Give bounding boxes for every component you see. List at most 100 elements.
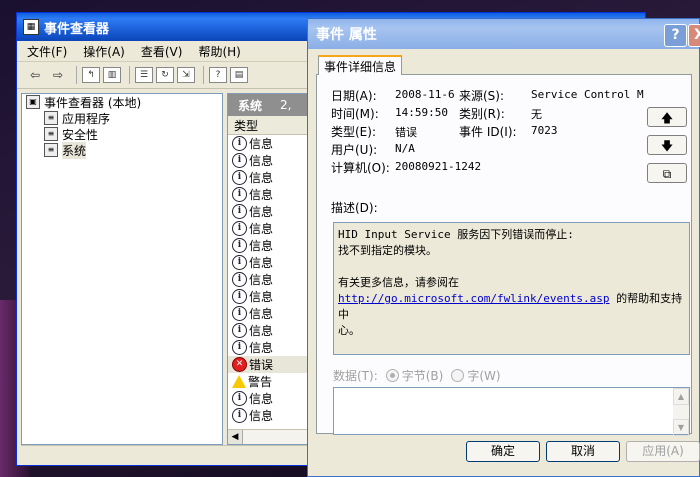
tree-item-label: 系统: [62, 141, 87, 159]
help-icon[interactable]: ?: [209, 67, 227, 83]
copy-icon: ⧉: [662, 167, 672, 181]
type-value: 错误: [395, 126, 417, 139]
forward-arrow-icon[interactable]: ⇨: [48, 66, 68, 84]
scroll-up-icon[interactable]: ▲: [673, 388, 689, 405]
event-row[interactable]: i 信息: [228, 339, 318, 356]
event-row[interactable]: i 信息: [228, 186, 318, 203]
time-label: 时间(M):: [331, 107, 379, 121]
event-id-label: 事件 ID(I):: [459, 125, 517, 139]
info-icon: i: [232, 255, 247, 270]
tree-item-security[interactable]: ≡ 安全性: [22, 126, 222, 142]
event-rows: i 信息 i 信息 i 信息 i 信息 i 信息 i 信息 i 信息 i 信息 i 信息 i 信息 i 信息 i 信息 i 信息 ✕…: [228, 135, 318, 424]
scroll-left-icon[interactable]: ◀: [228, 430, 243, 444]
tree-item-application[interactable]: ≡ 应用程序: [22, 110, 222, 126]
event-type: 信息: [249, 137, 274, 151]
cancel-button[interactable]: 取消: [546, 441, 620, 462]
help-button[interactable]: ?: [664, 24, 687, 47]
event-id-value: 7023: [531, 124, 558, 137]
toolbar-divider: [129, 66, 130, 84]
show-tree-icon[interactable]: ▥: [103, 67, 121, 83]
description-line: http://go.microsoft.com/fwlink/events.as…: [338, 291, 685, 323]
previous-event-button[interactable]: 🡅: [647, 107, 687, 127]
menu-help[interactable]: 帮助(H): [198, 43, 240, 60]
source-label: 来源(S):: [459, 89, 505, 103]
horizontal-scrollbar[interactable]: ◀: [228, 429, 316, 444]
properties-icon[interactable]: ☰: [135, 67, 153, 83]
arrow-down-icon: 🡇: [660, 139, 674, 153]
date-label: 日期(A):: [331, 89, 377, 103]
bytes-label: 字节(B): [401, 369, 444, 383]
log-icon: ≡: [44, 143, 58, 157]
computer-value: 20080921-1242: [395, 160, 482, 173]
description-box[interactable]: HID Input Service 服务因下列错误而停止: 找不到指定的模块。 …: [333, 222, 690, 355]
event-row[interactable]: i 信息: [228, 135, 318, 152]
event-row[interactable]: i 信息: [228, 407, 318, 424]
ok-button[interactable]: 确定: [466, 441, 540, 462]
up-folder-icon[interactable]: ↰: [82, 67, 100, 83]
description-label: 描述(D):: [331, 201, 378, 215]
event-row[interactable]: i 信息: [228, 152, 318, 169]
data-box[interactable]: ▲ ▼: [333, 387, 690, 436]
scroll-track: [673, 405, 689, 419]
words-radio[interactable]: [451, 369, 465, 382]
description-line: 心。: [338, 324, 360, 337]
tree-item-system[interactable]: ≡ 系统: [22, 141, 222, 159]
apply-button[interactable]: 应用(A): [626, 441, 700, 462]
list-header-count: 2,: [280, 98, 292, 112]
event-type: 错误: [249, 358, 274, 372]
console-icon[interactable]: ▤: [230, 67, 248, 83]
date-value: 2008-11-6: [395, 88, 455, 101]
event-row[interactable]: 警告: [228, 373, 318, 390]
event-row[interactable]: i 信息: [228, 220, 318, 237]
event-type: 信息: [249, 256, 274, 270]
event-viewer-app-icon: ▦: [23, 19, 39, 35]
info-icon: i: [232, 153, 247, 168]
menu-view[interactable]: 查看(V): [141, 43, 183, 60]
column-header-type[interactable]: 类型: [228, 116, 318, 135]
info-icon: i: [232, 238, 247, 253]
tab-event-details[interactable]: 事件详细信息: [318, 55, 402, 75]
tree-item-root[interactable]: ▣ 事件查看器 (本地): [22, 94, 222, 110]
event-row[interactable]: ✕ 错误: [228, 356, 318, 373]
error-icon: ✕: [232, 357, 247, 372]
event-row[interactable]: i 信息: [228, 254, 318, 271]
menu-action[interactable]: 操作(A): [83, 43, 125, 60]
menu-file[interactable]: 文件(F): [27, 43, 67, 60]
export-list-icon[interactable]: ⇲: [177, 67, 195, 83]
vertical-scrollbar[interactable]: ▲ ▼: [673, 388, 689, 436]
scroll-down-icon[interactable]: ▼: [673, 419, 689, 436]
description-line: 找不到指定的模块。: [338, 244, 437, 257]
event-row[interactable]: i 信息: [228, 390, 318, 407]
dialog-titlebar[interactable]: 事件 属性 ? X: [308, 19, 700, 49]
list-header-title: 系统: [238, 98, 263, 113]
event-row[interactable]: i 信息: [228, 288, 318, 305]
tree-item-label: 安全性: [62, 127, 99, 142]
event-row[interactable]: i 信息: [228, 271, 318, 288]
back-arrow-icon[interactable]: ⇦: [25, 66, 45, 84]
help-link[interactable]: http://go.microsoft.com/fwlink/events.as…: [338, 292, 610, 305]
event-type: 信息: [249, 341, 274, 355]
refresh-icon[interactable]: ↻: [156, 67, 174, 83]
bytes-radio[interactable]: [385, 369, 399, 382]
event-row[interactable]: i 信息: [228, 322, 318, 339]
info-icon: i: [232, 187, 247, 202]
event-row[interactable]: i 信息: [228, 237, 318, 254]
close-button[interactable]: X: [688, 24, 700, 47]
event-type: 信息: [249, 307, 274, 321]
next-event-button[interactable]: 🡇: [647, 135, 687, 155]
computer-label: 计算机(O):: [331, 161, 390, 175]
source-value: Service Control M: [531, 88, 644, 101]
event-row[interactable]: i 信息: [228, 203, 318, 220]
event-row[interactable]: i 信息: [228, 305, 318, 322]
description-line: 有关更多信息，请参阅在: [338, 276, 459, 289]
category-label: 类别(R):: [459, 107, 505, 121]
user-value: N/A: [395, 142, 415, 155]
copy-event-button[interactable]: ⧉: [647, 163, 687, 183]
event-type: 信息: [249, 290, 274, 304]
event-type: 信息: [249, 171, 274, 185]
event-row[interactable]: i 信息: [228, 169, 318, 186]
event-type: 警告: [248, 375, 273, 389]
toolbar-divider: [76, 66, 77, 84]
description-line: HID Input Service 服务因下列错误而停止:: [338, 228, 574, 241]
